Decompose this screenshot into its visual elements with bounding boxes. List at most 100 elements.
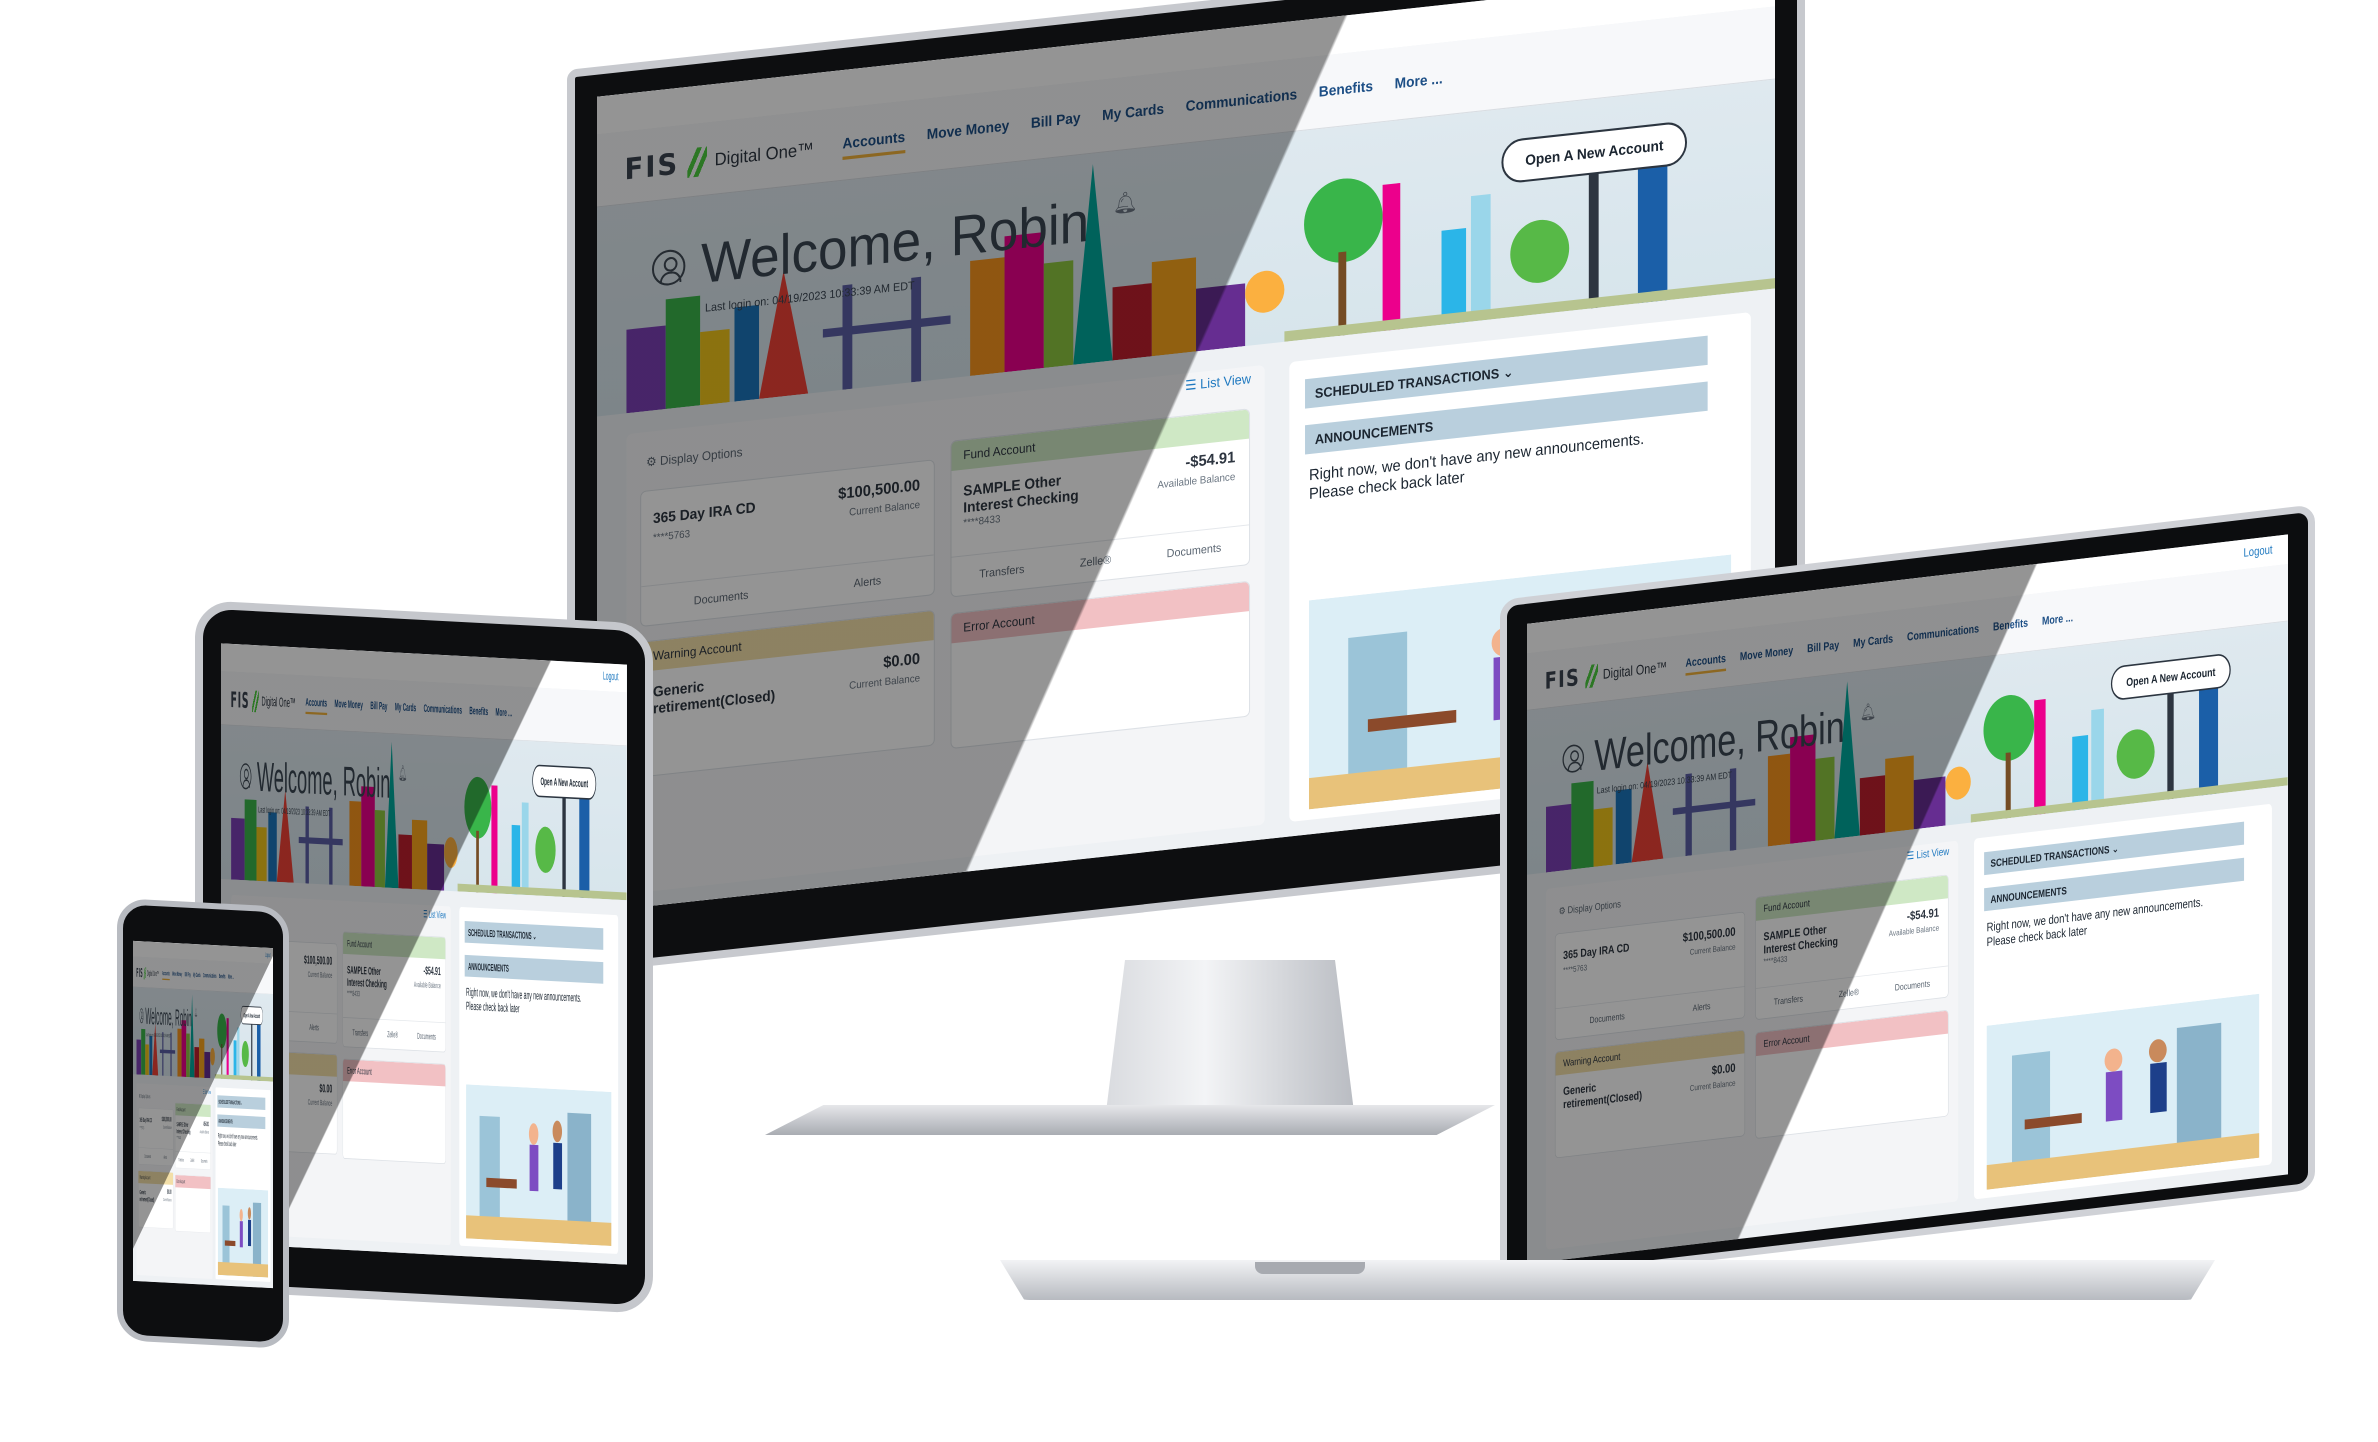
nav-my-cards[interactable]: My Cards — [395, 700, 416, 720]
display-options-button[interactable]: ⚙ Display Options — [1559, 898, 1621, 917]
alerts-action[interactable]: Alerts — [854, 574, 882, 590]
nav-benefits[interactable]: Benefits — [469, 704, 488, 723]
nav-more[interactable]: More ... — [2042, 611, 2073, 634]
user-avatar-icon[interactable] — [1562, 743, 1585, 774]
nav-my-cards[interactable]: My Cards — [1102, 100, 1164, 132]
account-card[interactable]: Warning Account Generic retirement(Close… — [138, 1170, 174, 1229]
scheduled-transactions-header[interactable]: SCHEDULED TRANSACTIONS ⌄ — [217, 1095, 266, 1110]
list-view-toggle[interactable]: ☰ List View — [1185, 371, 1251, 395]
account-card[interactable]: Error Account — [1755, 1009, 1949, 1140]
account-card[interactable]: Warning Account Generic retirement(Close… — [1554, 1029, 1746, 1159]
alerts-action[interactable]: Alerts — [309, 1023, 319, 1033]
account-card[interactable]: Fund Account SAMPLE Other Interest Check… — [342, 931, 446, 1053]
monitor-stand-base — [765, 1105, 1495, 1135]
account-card[interactable]: 365 Day IRA CD ****5763 $100,500.00 Curr… — [138, 1107, 174, 1167]
account-card[interactable]: Error Account — [342, 1058, 446, 1165]
balance-label: Current Balance — [163, 1125, 172, 1131]
logout-link[interactable]: Logout — [603, 670, 619, 684]
list-view-toggle[interactable]: ☰ List View — [1907, 845, 1950, 863]
nav-benefits[interactable]: Benefits — [219, 972, 225, 983]
zelle-action[interactable]: Zelle® — [387, 1030, 398, 1040]
account-card[interactable]: 365 Day IRA CD ****5763 $100,500.00 Curr… — [1554, 911, 1746, 1041]
open-new-account-button[interactable]: Open A New Account — [240, 1005, 263, 1026]
alerts-action[interactable]: Alerts — [1693, 1001, 1711, 1013]
fis-logo[interactable]: FIS Digital One™ — [136, 965, 159, 981]
account-name: Generic retirement(Closed) — [1563, 1080, 1643, 1111]
account-amount: -$54.91 — [1906, 905, 1940, 924]
documents-action[interactable]: Documents — [1167, 541, 1222, 559]
nav-accounts[interactable]: Accounts — [305, 695, 328, 716]
display-options-button[interactable]: ⚙ Display Options — [646, 445, 742, 470]
nav-my-cards[interactable]: My Cards — [1853, 632, 1893, 656]
logout-link[interactable]: Logout — [2243, 543, 2272, 560]
nav-more[interactable]: More ... — [496, 705, 513, 724]
user-avatar-icon[interactable] — [239, 762, 252, 790]
account-card[interactable]: Fund Account SAMPLE Other Interest Check… — [1755, 874, 1949, 1021]
nav-communications[interactable]: Communications — [203, 972, 216, 983]
scheduled-transactions-header[interactable]: SCHEDULED TRANSACTIONS ⌄ — [464, 921, 604, 950]
nav-bill-pay[interactable]: Bill Pay — [1031, 109, 1081, 139]
announcements-label: ANNOUNCEMENTS — [1314, 418, 1434, 448]
nav-move-money[interactable]: Move Money — [1740, 643, 1793, 669]
nav-benefits[interactable]: Benefits — [1319, 77, 1373, 108]
transfers-action[interactable]: Transfers — [353, 1028, 369, 1038]
fis-logo[interactable]: FIS Digital One™ — [624, 132, 813, 187]
documents-action[interactable]: Documents — [417, 1031, 436, 1041]
nav-benefits[interactable]: Benefits — [1993, 616, 2028, 640]
welcome-heading: Welcome, Robin 🔔︎ — [239, 752, 408, 809]
account-card[interactable]: Fund Account SAMPLE Other Interest Check… — [950, 408, 1251, 598]
transfers-action[interactable]: Transfers — [1774, 994, 1803, 1007]
fis-logo[interactable]: FIS Digital One™ — [1545, 653, 1667, 695]
balance-label: Available Balance — [413, 980, 441, 991]
nav-communications[interactable]: Communications — [1186, 85, 1298, 122]
nav-bill-pay[interactable]: Bill Pay — [1807, 638, 1839, 661]
account-card[interactable]: Warning Account Generic retirement(Close… — [640, 609, 935, 778]
nav-my-cards[interactable]: My Cards — [193, 971, 200, 982]
nav-accounts[interactable]: Accounts — [842, 128, 906, 160]
documents-action[interactable]: Documents — [145, 1154, 152, 1160]
list-view-toggle[interactable]: ☰ List View — [423, 908, 446, 922]
user-avatar-icon[interactable] — [139, 1008, 144, 1024]
bell-icon[interactable]: 🔔︎ — [1860, 700, 1876, 722]
nav-bill-pay[interactable]: Bill Pay — [185, 971, 191, 982]
documents-action[interactable]: Documents — [694, 589, 749, 607]
nav-communications[interactable]: Communications — [424, 702, 462, 722]
logout-link[interactable]: Logout — [1707, 0, 1752, 2]
account-card[interactable]: 365 Day IRA CD ****5763 $100,500.00 Curr… — [640, 459, 935, 628]
fis-logo[interactable]: FIS Digital One™ — [230, 687, 295, 716]
documents-action[interactable]: Documents — [201, 1158, 208, 1164]
display-options-button[interactable]: ⚙ Display Options — [139, 1093, 150, 1100]
nav-move-money[interactable]: Move Money — [927, 117, 1010, 151]
zelle-action[interactable]: Zelle® — [1839, 987, 1859, 999]
nav-accounts[interactable]: Accounts — [162, 969, 170, 981]
user-avatar-icon[interactable] — [651, 248, 686, 288]
account-name: SAMPLE Other Interest Checking — [176, 1120, 191, 1136]
nav-communications[interactable]: Communications — [1907, 622, 1979, 650]
account-card[interactable]: Fund Account SAMPLE Other Interest Check… — [175, 1102, 211, 1170]
bell-icon[interactable]: 🔔︎ — [399, 763, 408, 783]
zelle-action[interactable]: Zelle® — [1080, 553, 1111, 569]
open-new-account-button[interactable]: Open A New Account — [532, 764, 597, 801]
transfers-action[interactable]: Transfers — [979, 563, 1024, 580]
account-card[interactable]: Error Account — [175, 1174, 211, 1234]
alerts-action[interactable]: Alerts — [164, 1155, 167, 1160]
nav-more[interactable]: More ... — [228, 973, 234, 984]
nav-accounts[interactable]: Accounts — [1685, 651, 1726, 676]
logout-link[interactable]: Logout — [265, 951, 270, 959]
announcements-text: Right now, we don't have any new announc… — [466, 985, 582, 1016]
bell-icon[interactable]: 🔔︎ — [1113, 188, 1138, 217]
account-card[interactable]: Error Account — [950, 580, 1251, 750]
documents-action[interactable]: Documents — [1895, 979, 1930, 993]
nav-move-money[interactable]: Move Money — [334, 697, 362, 717]
documents-action[interactable]: Documents — [1589, 1011, 1624, 1025]
bell-icon[interactable]: 🔔︎ — [194, 1007, 197, 1018]
welcome-text: Welcome, Robin — [256, 753, 391, 808]
logo-text: FIS — [136, 965, 143, 981]
nav-bill-pay[interactable]: Bill Pay — [370, 699, 387, 718]
list-view-toggle[interactable]: ☰ List View — [203, 1088, 211, 1095]
nav-move-money[interactable]: Move Money — [172, 970, 182, 981]
nav-more[interactable]: More ... — [1395, 70, 1443, 100]
transfers-action[interactable]: Transfers — [179, 1157, 184, 1163]
zelle-action[interactable]: Zelle® — [191, 1158, 195, 1163]
logo-text: FIS — [624, 146, 680, 187]
